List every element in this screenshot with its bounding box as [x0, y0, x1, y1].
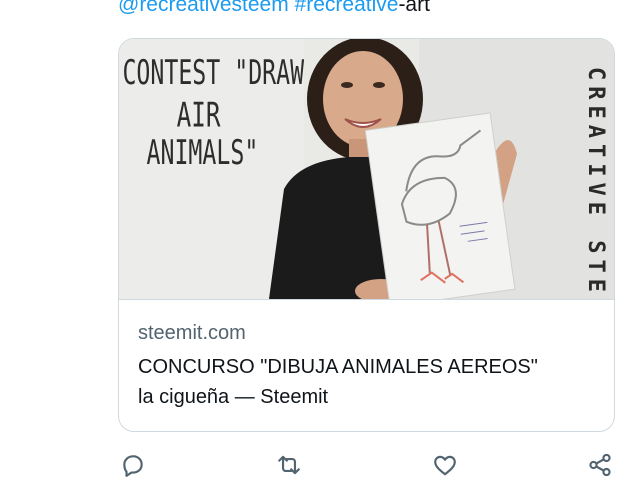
board-text-line3: ANIMALS": [147, 133, 259, 173]
card-domain: steemit.com: [138, 322, 246, 344]
tweet-text: @recreativesteem #recreative-art: [118, 0, 430, 18]
board-text-line2: AIR: [177, 96, 221, 135]
share-button[interactable]: [583, 448, 617, 480]
card-body[interactable]: steemit.com CONCURSO "DIBUJA ANIMALES AE…: [119, 299, 614, 431]
reply-icon: [123, 455, 143, 477]
card-image[interactable]: CONTEST "DRAW AIR ANIMALS" CREATIVE STEE: [119, 39, 615, 299]
retweet-button[interactable]: [272, 448, 306, 480]
retweet-icon: [278, 455, 300, 475]
share-icon: [589, 453, 611, 477]
banner-vertical-text: CREATIVE STEE: [583, 67, 608, 299]
card-subtitle: la cigueña — Steemit: [138, 386, 329, 408]
reply-button[interactable]: [116, 448, 150, 480]
board-text-line1: CONTEST "DRAW: [122, 53, 304, 93]
tweet-mentions-hashtag-link[interactable]: @recreativesteem #recreative: [118, 0, 398, 16]
like-icon: [434, 455, 456, 476]
link-preview-card[interactable]: CONTEST "DRAW AIR ANIMALS" CREATIVE STEE: [118, 38, 615, 432]
like-button[interactable]: [428, 448, 462, 480]
card-title: CONCURSO "DIBUJA ANIMALES AEREOS": [138, 356, 538, 378]
tweet-actions-bar: [0, 448, 640, 480]
tweet-text-rest: -art: [398, 0, 430, 16]
